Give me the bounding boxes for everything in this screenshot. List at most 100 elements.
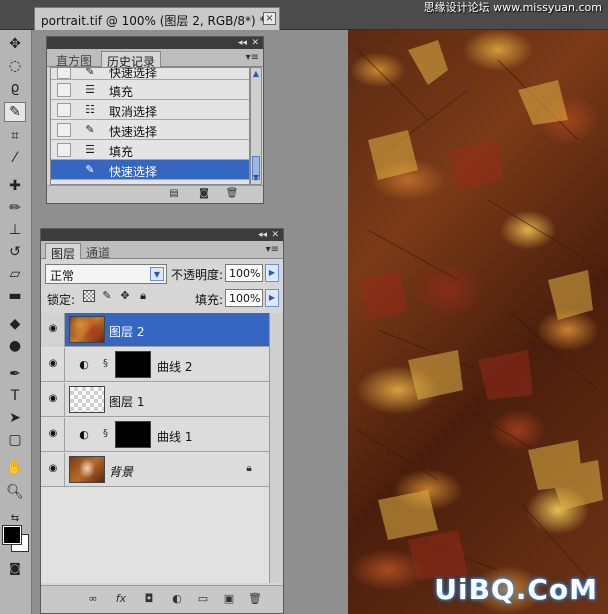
tab-channels[interactable]: 通道 — [81, 243, 115, 260]
layer-row[interactable]: ◉ ◐ § 曲线 1 — [41, 418, 269, 452]
history-snapshot-checkbox[interactable] — [57, 143, 71, 157]
list-item[interactable]: ☰ 填充 — [51, 140, 249, 160]
visibility-toggle[interactable]: ◉ — [41, 348, 65, 382]
gradient-icon[interactable]: ▬ — [4, 286, 26, 306]
eye-icon[interactable]: ◉ — [46, 359, 60, 369]
eraser-icon[interactable]: ▱ — [4, 264, 26, 284]
fill-input[interactable]: 100% — [225, 289, 263, 307]
quick-select-icon[interactable]: ✎ — [4, 102, 26, 122]
scroll-down-icon[interactable]: ▼ — [251, 172, 261, 184]
leaf-texture — [357, 40, 603, 591]
link-layers-icon[interactable]: ∞ — [85, 592, 101, 606]
layer-row[interactable]: ◉ 图层 1 — [41, 383, 269, 417]
stamp-icon[interactable]: ⊥ — [4, 220, 26, 240]
fill-slider-icon[interactable]: ▶ — [265, 289, 279, 307]
lasso-icon[interactable]: ϱ — [4, 78, 26, 98]
visibility-toggle[interactable]: ◉ — [41, 418, 65, 452]
blend-mode-select[interactable]: 正常 ▼ — [45, 264, 167, 284]
close-icon[interactable]: ✕ — [251, 37, 259, 49]
healing-icon[interactable]: ✚ — [4, 176, 26, 196]
history-item-label: 快速选择 — [109, 67, 158, 80]
eye-icon[interactable]: ◉ — [46, 429, 60, 439]
visibility-toggle[interactable]: ◉ — [41, 313, 65, 347]
pen-icon[interactable]: ✒ — [4, 364, 26, 384]
list-item[interactable]: ☷ 取消选择 — [51, 100, 249, 120]
folder-icon[interactable]: ▭ — [195, 592, 211, 606]
marquee-icon[interactable]: ◌ — [4, 56, 26, 76]
document-tab[interactable]: portrait.tif @ 100% (图层 2, RGB/8*) * × — [34, 7, 280, 30]
opacity-slider-icon[interactable]: ▶ — [265, 264, 279, 282]
layer-thumbnail — [69, 386, 105, 413]
trash-icon[interactable]: 🗑︎ — [247, 592, 263, 606]
new-document-from-state-icon[interactable]: ▤ — [167, 188, 181, 200]
history-brush-icon[interactable]: ↺ — [4, 242, 26, 262]
visibility-toggle[interactable]: ◉ — [41, 383, 65, 417]
link-icon[interactable]: § — [103, 428, 108, 439]
history-item-label: 快速选择 — [109, 125, 158, 139]
history-scrollbar[interactable]: ▲ ▼ — [250, 67, 262, 185]
path-select-icon[interactable]: ➤ — [4, 408, 26, 428]
lock-image-icon[interactable]: ✎ — [101, 290, 113, 302]
history-snapshot-checkbox[interactable] — [57, 83, 71, 97]
layer-mask-thumbnail[interactable] — [115, 351, 151, 378]
list-item[interactable]: ✎ 快速选择 — [51, 160, 249, 180]
scroll-up-icon[interactable]: ▲ — [251, 68, 261, 80]
tab-histogram[interactable]: 直方图 — [51, 51, 97, 68]
lock-position-icon[interactable]: ✥ — [119, 290, 131, 302]
history-snapshot-checkbox[interactable] — [57, 68, 71, 79]
collapse-icon[interactable]: ◂◂ — [258, 229, 267, 241]
layer-row[interactable]: ◉ ◐ § 曲线 2 — [41, 348, 269, 382]
blur-icon[interactable]: ◆ — [4, 314, 26, 334]
adjustment-layer-icon[interactable]: ◐ — [169, 592, 185, 606]
zoom-icon[interactable]: 🔍︎ — [4, 482, 26, 502]
eye-icon[interactable]: ◉ — [46, 464, 60, 474]
history-snapshot-checkbox[interactable] — [57, 123, 71, 137]
close-icon[interactable]: ✕ — [271, 229, 279, 241]
list-item[interactable]: ☰ 填充 — [51, 80, 249, 100]
list-item[interactable]: ✎ 快速选择 — [51, 68, 249, 80]
chevron-down-icon[interactable]: ▼ — [150, 267, 164, 281]
quick-select-icon: ✎ — [85, 163, 95, 176]
link-icon[interactable]: § — [103, 358, 108, 369]
opacity-input[interactable]: 100% — [225, 264, 263, 282]
swap-colors-icon[interactable]: ⇆ — [4, 508, 26, 528]
camera-icon[interactable]: ◙ — [197, 188, 211, 200]
blend-row: 正常 ▼ 不透明度: 100% ▶ — [41, 259, 283, 285]
layer-row[interactable]: ◉ 背景 🔒︎ — [41, 453, 269, 487]
trash-icon[interactable]: 🗑︎ — [225, 188, 239, 200]
hand-icon[interactable]: ✋ — [4, 458, 26, 478]
panel-menu-icon[interactable]: ▾≡ — [246, 52, 259, 63]
history-panel-titlebar[interactable]: ◂◂ ✕ — [47, 37, 263, 49]
tab-history[interactable]: 历史记录 — [101, 51, 162, 69]
foreground-color-swatch[interactable] — [2, 525, 22, 545]
image-canvas[interactable]: UiBQ.CoM — [348, 30, 608, 614]
history-state-marker[interactable] — [57, 163, 71, 177]
fx-icon[interactable]: fx — [113, 592, 129, 606]
brush-icon[interactable]: ✏ — [4, 198, 26, 218]
new-layer-icon[interactable]: ▣ — [221, 592, 237, 606]
crop-icon[interactable]: ⌗ — [4, 126, 26, 146]
list-item[interactable]: ✎ 快速选择 — [51, 120, 249, 140]
eyedropper-icon[interactable]: ⁄ — [4, 148, 26, 168]
move-icon[interactable]: ✥ — [4, 34, 26, 54]
quick-mask-icon[interactable]: ◙ — [4, 558, 26, 578]
visibility-toggle[interactable]: ◉ — [41, 453, 65, 487]
add-mask-icon[interactable]: ◘ — [141, 592, 157, 606]
collapse-icon[interactable]: ◂◂ — [238, 37, 247, 49]
lock-icon: 🔒︎ — [246, 463, 252, 474]
panel-menu-icon[interactable]: ▾≡ — [266, 244, 279, 255]
layer-mask-thumbnail[interactable] — [115, 421, 151, 448]
layer-row[interactable]: ◉ 图层 2 — [41, 313, 269, 347]
type-icon[interactable]: T — [4, 386, 26, 406]
close-icon[interactable]: × — [263, 12, 276, 25]
shape-icon[interactable]: ▢ — [4, 430, 26, 450]
eye-icon[interactable]: ◉ — [46, 394, 60, 404]
lock-all-icon[interactable]: 🔒︎ — [137, 290, 149, 302]
history-snapshot-checkbox[interactable] — [57, 103, 71, 117]
lock-transparent-icon[interactable] — [83, 290, 95, 302]
layers-panel-titlebar[interactable]: ◂◂ ✕ — [41, 229, 283, 241]
dodge-icon[interactable]: ● — [4, 336, 26, 356]
eye-icon[interactable]: ◉ — [46, 324, 60, 334]
layers-scrollbar[interactable] — [269, 313, 283, 583]
tab-layers[interactable]: 图层 — [45, 243, 82, 261]
